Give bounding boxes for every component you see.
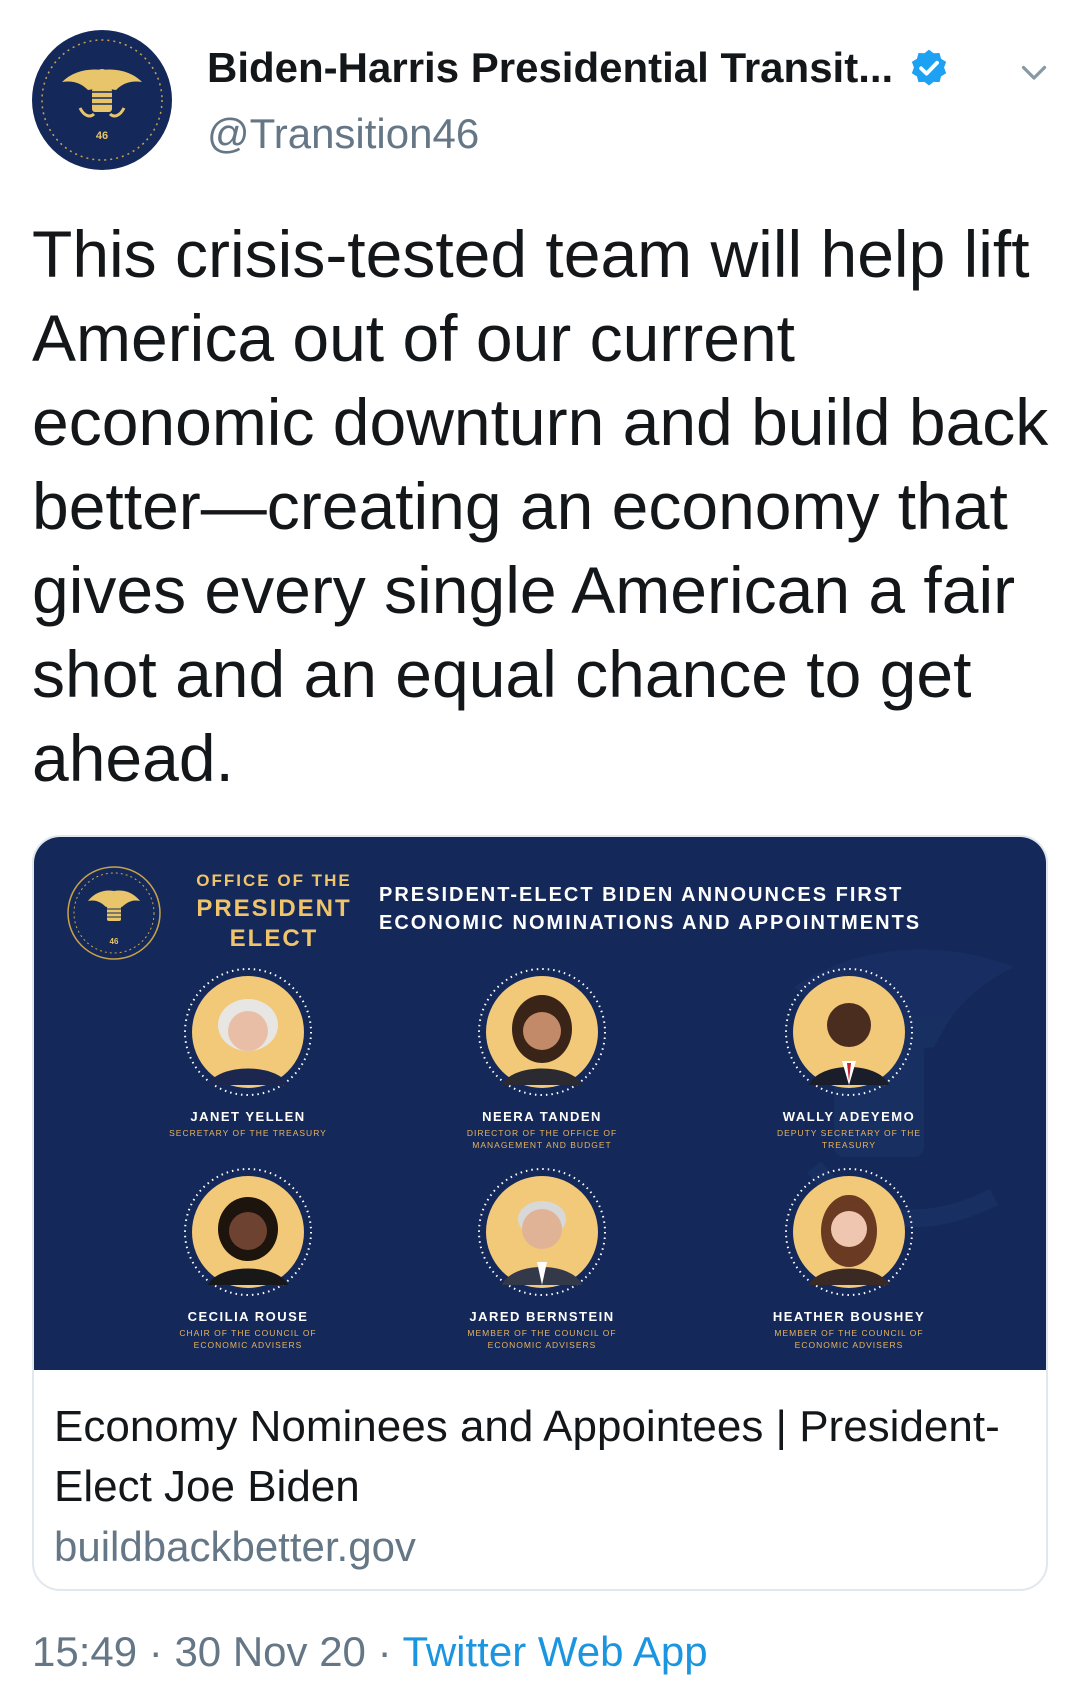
person-card: HEATHER BOUSHEY MEMBER OF THE COUNCIL OF… bbox=[699, 1167, 999, 1351]
card-text[interactable]: Economy Nominees and Appointees | Presid… bbox=[54, 1397, 1024, 1571]
person-role: DIRECTOR OF THE OFFICE OF MANAGEMENT AND… bbox=[466, 1128, 618, 1150]
tweet-meta: 15:49 · 30 Nov 20 · Twitter Web App bbox=[32, 1628, 708, 1676]
card-title[interactable]: Economy Nominees and Appointees | Presid… bbox=[54, 1397, 1024, 1517]
office-line-2: PRESIDENT bbox=[196, 895, 352, 922]
verified-badge-icon bbox=[911, 49, 946, 86]
person-name: WALLY ADEYEMO bbox=[782, 1109, 916, 1124]
person-role: SECRETARY OF THE TREASURY bbox=[169, 1128, 327, 1138]
person-role: MEMBER OF THE COUNCIL OF ECONOMIC ADVISE… bbox=[774, 1328, 924, 1350]
meta-separator: · bbox=[377, 1628, 392, 1675]
person-name: HEATHER BOUSHEY bbox=[772, 1309, 926, 1324]
person-role: CHAIR OF THE COUNCIL OF ECONOMIC ADVISER… bbox=[179, 1328, 317, 1350]
portrait-heather-boushey bbox=[784, 1167, 914, 1297]
person-card: CECILIA ROUSE CHAIR OF THE COUNCIL OF EC… bbox=[98, 1167, 398, 1351]
office-line-3: ELECT bbox=[229, 925, 319, 952]
person-name: JANET YELLEN bbox=[190, 1109, 306, 1124]
card-domain[interactable]: buildbackbetter.gov bbox=[54, 1523, 1024, 1571]
avatar-number: 46 bbox=[95, 130, 109, 142]
display-name[interactable]: Biden-Harris Presidential Transit... bbox=[207, 44, 893, 92]
seal-number: 46 bbox=[109, 937, 119, 946]
account-handle[interactable]: @Transition46 bbox=[207, 110, 1027, 158]
card-image[interactable]: 46 OFFICE OF THE PRESIDENT ELECT PRESIDE… bbox=[34, 837, 1046, 1370]
portrait-wally-adeyemo bbox=[784, 967, 914, 1097]
portrait-jared-bernstein bbox=[477, 1167, 607, 1297]
portrait-janet-yellen bbox=[183, 967, 313, 1097]
card-headline: PRESIDENT-ELECT BIDEN ANNOUNCES FIRST EC… bbox=[379, 884, 922, 934]
account-avatar[interactable]: 46 bbox=[32, 30, 172, 170]
person-card: JANET YELLEN SECRETARY OF THE TREASURY bbox=[98, 967, 398, 1139]
tweet-time[interactable]: 15:49 bbox=[32, 1628, 137, 1675]
tweet-text: This crisis-tested team will help lift A… bbox=[32, 217, 1049, 795]
person-card: WALLY ADEYEMO DEPUTY SECRETARY OF THE TR… bbox=[699, 967, 999, 1151]
office-seal-icon bbox=[67, 866, 161, 960]
person-name: NEERA TANDEN bbox=[482, 1109, 602, 1124]
tweet-date[interactable]: 30 Nov 20 bbox=[174, 1628, 365, 1675]
meta-separator: · bbox=[148, 1628, 163, 1675]
chevron-down-icon[interactable] bbox=[1016, 54, 1052, 90]
tweet-header: 46 Biden-Harris Presidential Transit... … bbox=[32, 30, 1052, 180]
person-card: JARED BERNSTEIN MEMBER OF THE COUNCIL OF… bbox=[392, 1167, 692, 1351]
person-name: CECILIA ROUSE bbox=[187, 1309, 309, 1324]
person-role: MEMBER OF THE COUNCIL OF ECONOMIC ADVISE… bbox=[467, 1328, 617, 1350]
office-line-1: OFFICE OF THE bbox=[196, 871, 352, 890]
source-app-link[interactable]: Twitter Web App bbox=[403, 1628, 708, 1675]
link-card[interactable]: 46 OFFICE OF THE PRESIDENT ELECT PRESIDE… bbox=[32, 835, 1048, 1591]
portrait-neera-tanden bbox=[477, 967, 607, 1097]
presidential-seal-icon bbox=[34, 32, 170, 168]
office-president-elect: OFFICE OF THE PRESIDENT ELECT bbox=[174, 871, 374, 953]
portrait-cecilia-rouse bbox=[183, 1167, 313, 1297]
person-card: NEERA TANDEN DIRECTOR OF THE OFFICE OF M… bbox=[392, 967, 692, 1151]
person-role: DEPUTY SECRETARY OF THE TREASURY bbox=[776, 1128, 922, 1150]
person-name: JARED BERNSTEIN bbox=[469, 1309, 615, 1324]
